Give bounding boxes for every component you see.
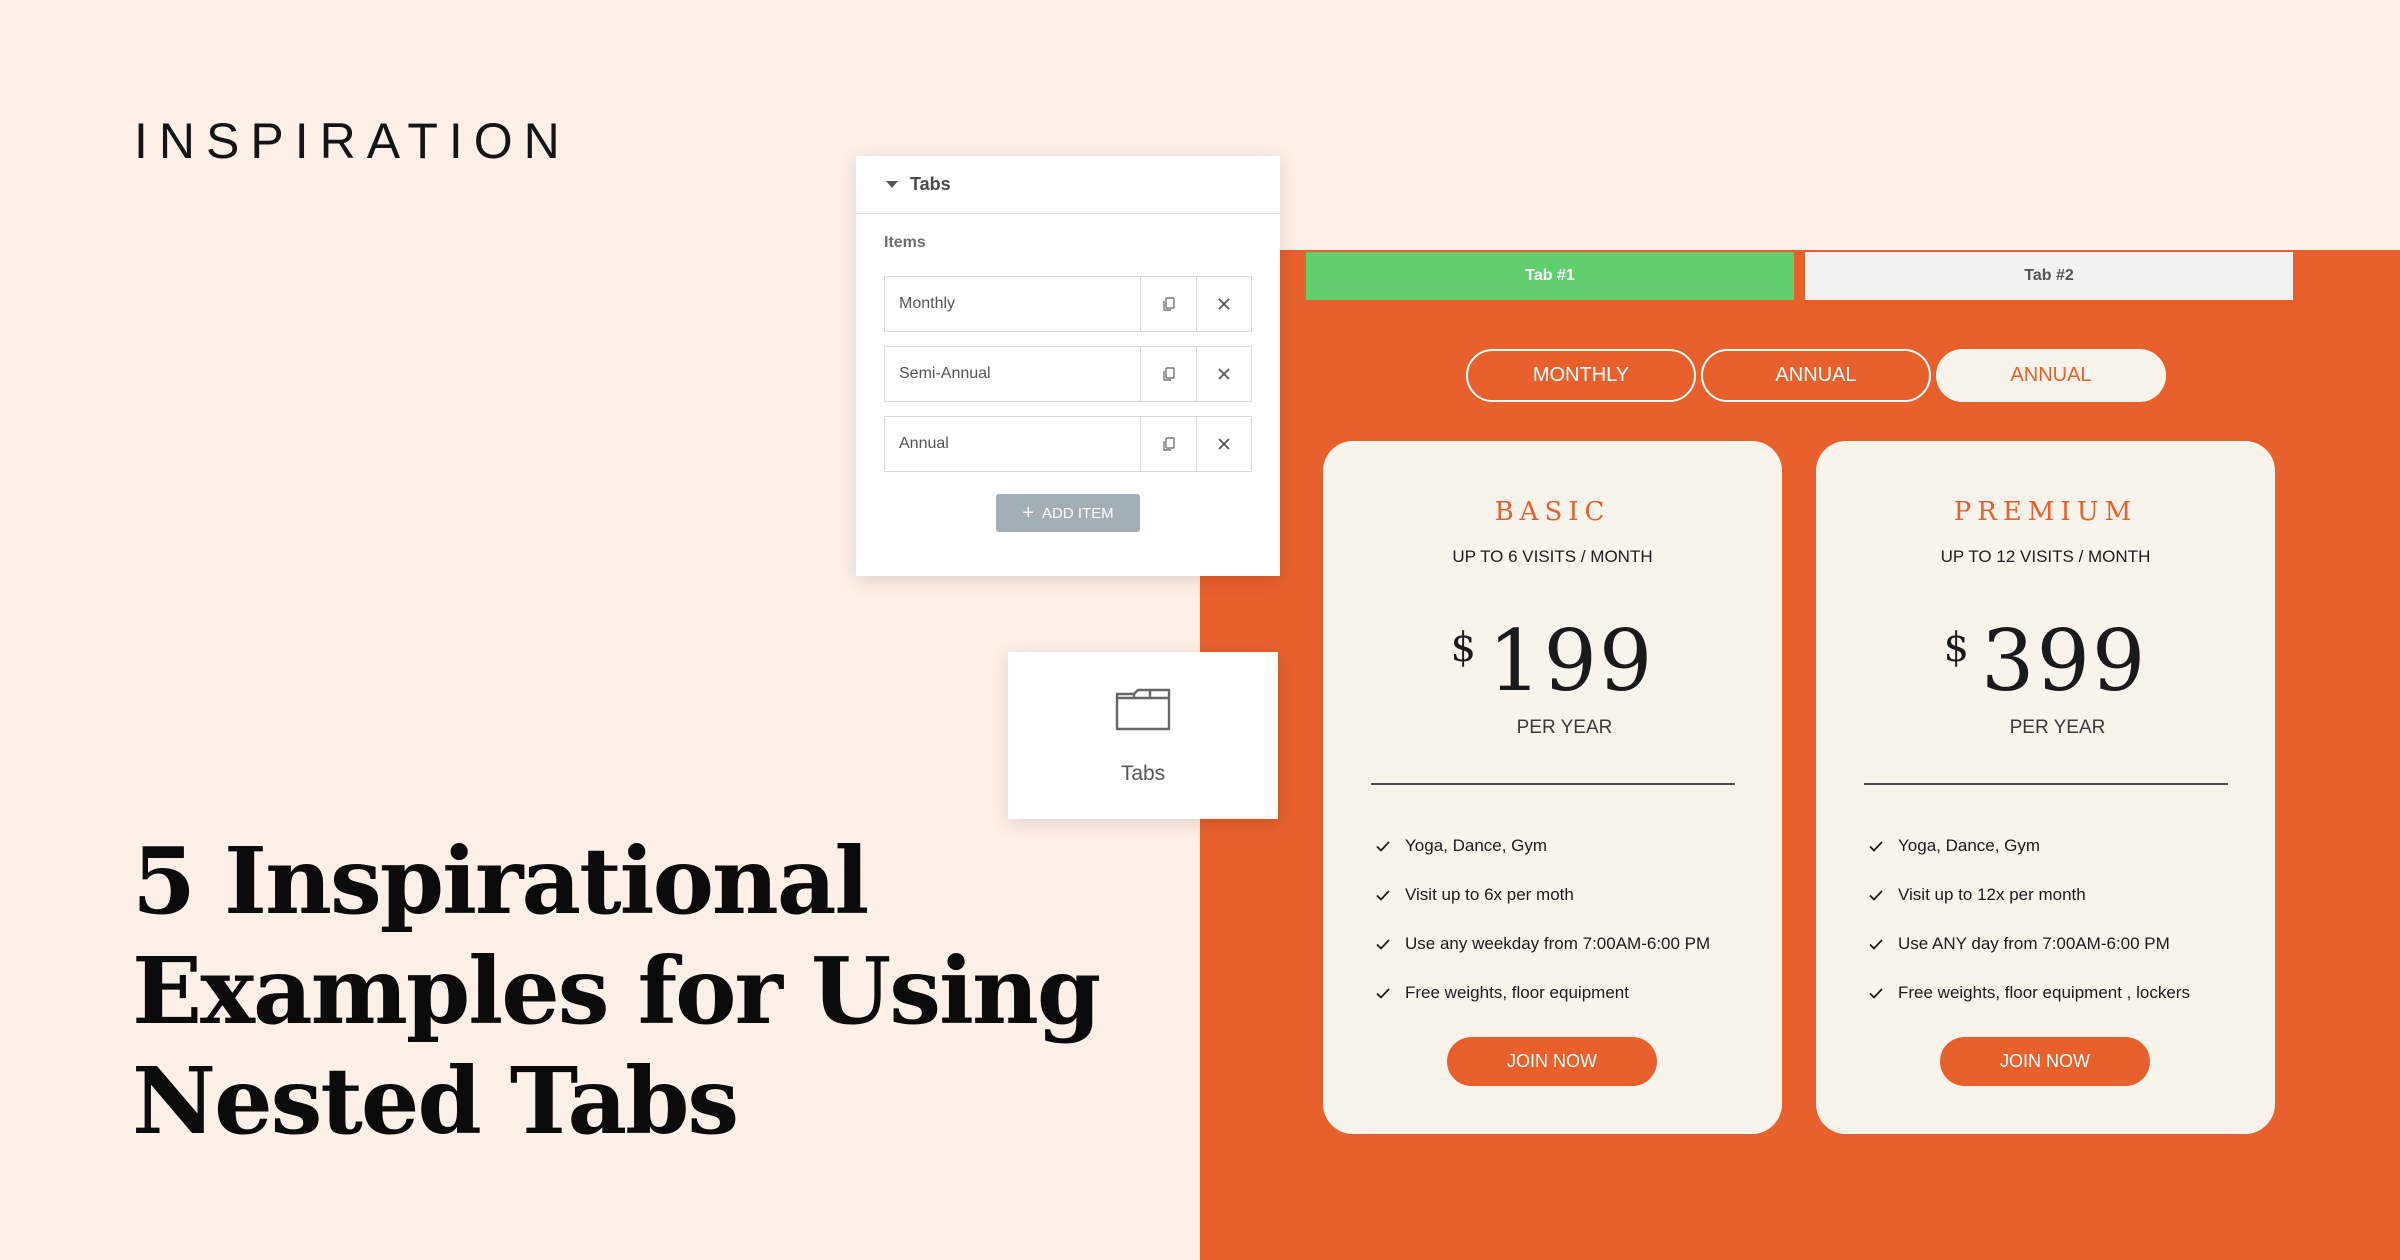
check-icon [1376, 840, 1390, 852]
section-header-tabs[interactable]: Tabs [856, 156, 1280, 214]
price-period: PER YEAR [1516, 717, 1613, 738]
items-label: Items [884, 234, 926, 251]
feature-text: Visit up to 12x per month [1898, 884, 2086, 904]
caret-down-icon [886, 181, 898, 188]
price-period: PER YEAR [2009, 717, 2106, 738]
duplicate-button[interactable] [1141, 277, 1196, 331]
join-now-button[interactable]: JOIN NOW [1940, 1037, 2150, 1086]
tabs-editor-panel: Tabs Items Monthly Semi-Annual Annual + … [856, 156, 1280, 576]
currency-symbol: $ [1943, 625, 1970, 671]
feature-item: Use ANY day from 7:00AM-6:00 PM [1868, 919, 2190, 968]
close-icon [1218, 438, 1230, 450]
repeater-item[interactable]: Semi-Annual [884, 346, 1252, 402]
check-icon [1869, 889, 1883, 901]
pricing-card-basic: BASIC UP TO 6 VISITS / MONTH $ 199 PER Y… [1323, 441, 1782, 1134]
repeater-item[interactable]: Monthly [884, 276, 1252, 332]
feature-list: Yoga, Dance, Gym Visit up to 12x per mon… [1868, 821, 2190, 1017]
billing-option-monthly[interactable]: MONTHLY [1466, 349, 1696, 402]
check-icon [1869, 840, 1883, 852]
close-icon [1218, 368, 1230, 380]
feature-text: Free weights, floor equipment , lockers [1898, 982, 2190, 1002]
feature-item: Yoga, Dance, Gym [1375, 821, 1710, 870]
widget-label: Tabs [1120, 762, 1166, 785]
price-amount: 399 [1981, 612, 2148, 710]
join-now-button[interactable]: JOIN NOW [1447, 1037, 1657, 1086]
tabs-widget-tile[interactable]: Tabs [1008, 652, 1278, 819]
add-item-label: ADD ITEM [1042, 504, 1114, 522]
feature-text: Use any weekday from 7:00AM-6:00 PM [1405, 933, 1711, 953]
repeater-item-label[interactable]: Semi-Annual [885, 347, 1141, 401]
feature-item: Use any weekday from 7:00AM-6:00 PM [1375, 919, 1710, 968]
check-icon [1376, 889, 1390, 901]
feature-text: Free weights, floor equipment [1405, 982, 1629, 1002]
tier-name: PREMIUM [1953, 497, 2138, 527]
repeater-item[interactable]: Annual [884, 416, 1252, 472]
duplicate-button[interactable] [1141, 417, 1196, 471]
remove-button[interactable] [1196, 277, 1251, 331]
price: $ 399 [1816, 613, 2275, 709]
tier-name: BASIC [1494, 497, 1611, 527]
plus-icon: + [1022, 502, 1034, 524]
add-item-button[interactable]: + ADD ITEM [996, 494, 1140, 532]
feature-item: Yoga, Dance, Gym [1868, 821, 2190, 870]
visits-limit: UP TO 12 VISITS / MONTH [1940, 547, 2151, 566]
check-icon [1376, 987, 1390, 999]
feature-item: Visit up to 6x per moth [1375, 870, 1710, 919]
check-icon [1376, 938, 1390, 950]
feature-text: Yoga, Dance, Gym [1898, 835, 2041, 855]
tab-1[interactable]: Tab #1 [1306, 252, 1794, 300]
duplicate-button[interactable] [1141, 347, 1196, 401]
visits-limit: UP TO 6 VISITS / MONTH [1452, 547, 1653, 566]
price-amount: 199 [1488, 612, 1655, 710]
check-icon [1869, 987, 1883, 999]
remove-button[interactable] [1196, 347, 1251, 401]
close-icon [1218, 298, 1230, 310]
divider [1371, 783, 1735, 785]
duplicate-icon [1162, 297, 1175, 311]
headline: 5 Inspirational Examples for Using Neste… [132, 827, 1101, 1155]
section-title: Tabs [910, 174, 951, 194]
price: $ 199 [1323, 613, 1782, 709]
pricing-card-premium: PREMIUM UP TO 12 VISITS / MONTH $ 399 PE… [1816, 441, 2275, 1134]
billing-option-annual-active[interactable]: ANNUAL [1936, 349, 2166, 402]
divider [1864, 783, 2228, 785]
currency-symbol: $ [1450, 625, 1477, 671]
feature-item: Free weights, floor equipment , lockers [1868, 968, 2190, 1017]
repeater-item-label[interactable]: Monthly [885, 277, 1141, 331]
folder-icon [1115, 688, 1171, 731]
feature-list: Yoga, Dance, Gym Visit up to 6x per moth… [1375, 821, 1710, 1017]
feature-item: Visit up to 12x per month [1868, 870, 2190, 919]
eyebrow-label: INSPIRATION [134, 113, 571, 169]
feature-item: Free weights, floor equipment [1375, 968, 1710, 1017]
duplicate-icon [1162, 367, 1175, 381]
remove-button[interactable] [1196, 417, 1251, 471]
feature-text: Visit up to 6x per moth [1405, 884, 1574, 904]
duplicate-icon [1162, 437, 1175, 451]
feature-text: Use ANY day from 7:00AM-6:00 PM [1898, 933, 2170, 953]
repeater-item-label[interactable]: Annual [885, 417, 1141, 471]
tab-2[interactable]: Tab #2 [1805, 252, 2293, 300]
billing-option-annual[interactable]: ANNUAL [1701, 349, 1931, 402]
feature-text: Yoga, Dance, Gym [1405, 835, 1548, 855]
check-icon [1869, 938, 1883, 950]
